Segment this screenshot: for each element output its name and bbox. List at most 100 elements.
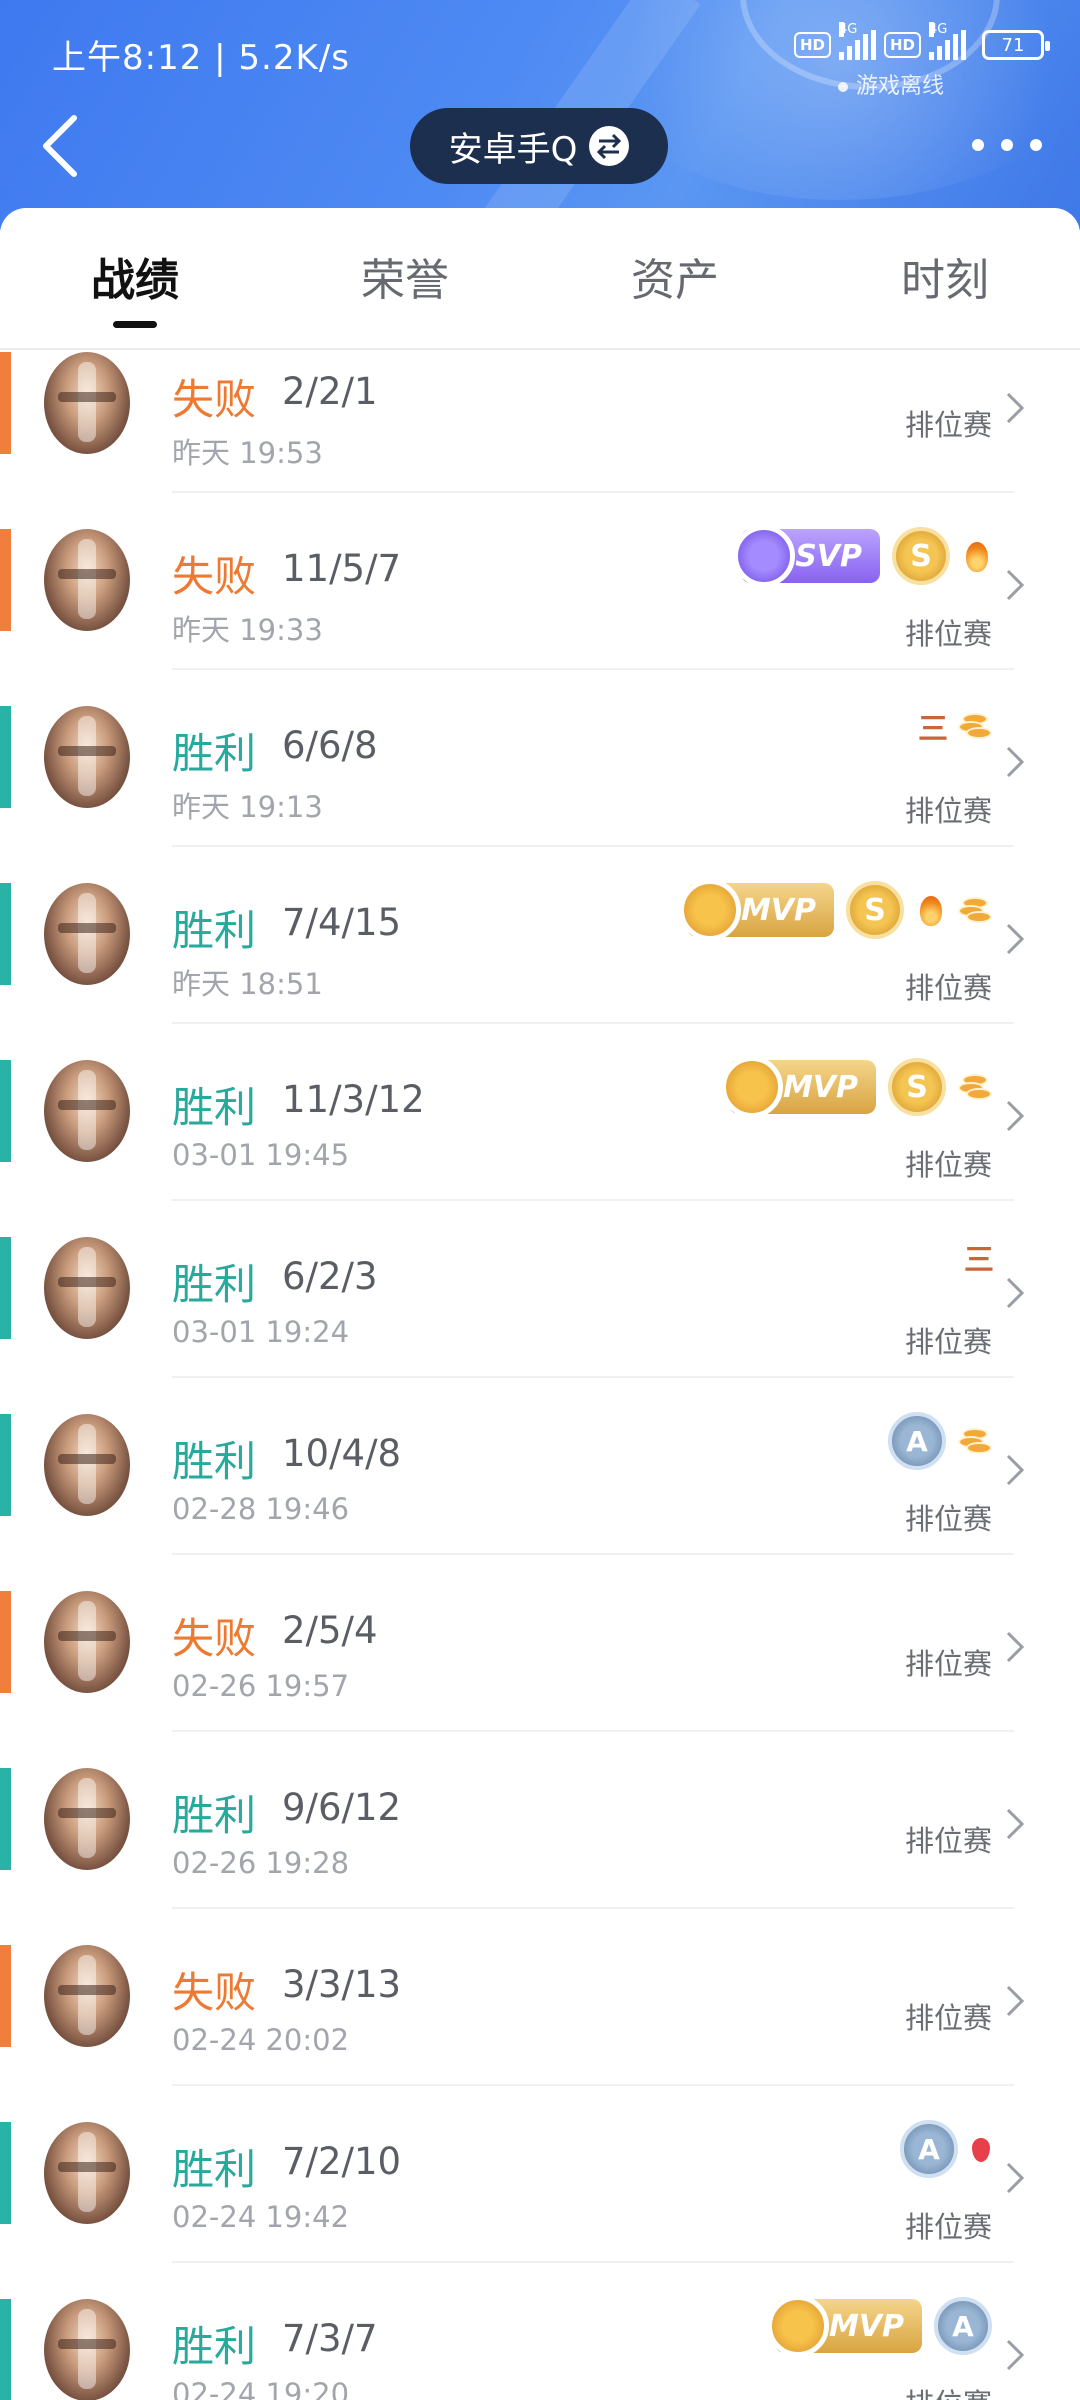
match-time: 03-01 19:45 <box>172 1138 350 1172</box>
loss-indicator <box>0 352 11 454</box>
hero-avatar <box>44 1945 130 2047</box>
match-row[interactable]: 失败 3/3/13 02-24 20:02 排位赛 <box>0 1909 1080 2086</box>
match-badges: MVP A <box>766 2295 992 2357</box>
more-dot-icon <box>1030 139 1042 151</box>
tab-bar: 战绩 荣誉 资产 时刻 <box>0 208 1080 350</box>
match-row[interactable]: 失败 11/5/7 昨天 19:33 排位赛 SVP S <box>0 493 1080 670</box>
match-badges: 三 <box>918 704 992 748</box>
tab-record[interactable]: 战绩 <box>0 208 270 348</box>
battery-icon: 71 <box>982 30 1050 60</box>
match-time: 昨天 19:53 <box>172 436 323 470</box>
match-row[interactable]: 胜利 9/6/12 02-26 19:28 排位赛 <box>0 1732 1080 1909</box>
match-kda: 9/6/12 <box>282 1786 402 1829</box>
more-dot-icon <box>1001 139 1013 151</box>
win-indicator <box>0 1414 11 1516</box>
match-row[interactable]: 失败 2/2/1 昨天 19:53 排位赛 <box>0 350 1080 493</box>
back-button[interactable] <box>36 108 96 184</box>
match-list: 失败 2/2/1 昨天 19:53 排位赛 失败 11/5/7 昨天 19:33 排位赛 SVP… <box>0 350 1080 2400</box>
chevron-right-icon <box>1006 1985 1025 2017</box>
match-mode: 排位赛 <box>904 1502 992 1536</box>
match-result: 胜利 <box>172 1791 257 1840</box>
loss-indicator <box>0 1591 11 1693</box>
match-time: 02-28 19:46 <box>172 1492 350 1526</box>
match-row[interactable]: 胜利 10/4/8 02-28 19:46 排位赛 A <box>0 1378 1080 1555</box>
match-row[interactable]: 胜利 7/4/15 昨天 18:51 排位赛 MVP S <box>0 847 1080 1024</box>
chevron-right-icon <box>1006 1277 1025 1309</box>
mvp-badge: MVP <box>678 879 834 941</box>
svp-badge: SVP <box>733 525 880 587</box>
match-result: 胜利 <box>172 2322 257 2371</box>
first-blood-icon <box>970 2134 992 2164</box>
hero-avatar <box>44 883 130 985</box>
hero-avatar <box>44 706 130 808</box>
match-kda: 6/2/3 <box>282 1255 378 1298</box>
match-result: 胜利 <box>172 729 257 778</box>
win-indicator <box>0 1768 11 1870</box>
chevron-right-icon <box>1006 1454 1025 1486</box>
hero-avatar <box>44 2122 130 2224</box>
match-result: 胜利 <box>172 2145 257 2194</box>
gold-coins-icon <box>958 711 992 741</box>
chevron-right-icon <box>1006 392 1025 424</box>
match-result: 失败 <box>172 375 257 424</box>
match-row[interactable]: 胜利 11/3/12 03-01 19:45 排位赛 MVP S <box>0 1024 1080 1201</box>
win-indicator <box>0 1060 11 1162</box>
server-label: 安卓手Q <box>448 129 578 170</box>
match-kda: 7/2/10 <box>282 2140 402 2183</box>
match-time: 02-26 19:57 <box>172 1669 350 1703</box>
match-row[interactable]: 胜利 6/2/3 03-01 19:24 排位赛 三 <box>0 1201 1080 1378</box>
hero-avatar <box>44 1768 130 1870</box>
match-badges: 三 <box>964 1235 994 1279</box>
match-result: 失败 <box>172 1968 257 2017</box>
match-kda: 7/3/7 <box>282 2317 378 2360</box>
match-mode: 排位赛 <box>904 617 992 651</box>
chevron-right-icon <box>1006 746 1025 778</box>
hero-avatar <box>44 1237 130 1339</box>
match-badges: A <box>888 1412 992 1470</box>
match-time: 02-24 19:42 <box>172 2200 350 2234</box>
mvp-label: MVP <box>740 892 816 928</box>
s-grade-icon: S <box>892 527 950 585</box>
more-options-button[interactable] <box>972 120 1042 170</box>
match-result: 胜利 <box>172 906 257 955</box>
hero-avatar <box>44 1591 130 1693</box>
match-kda: 2/5/4 <box>282 1609 378 1652</box>
chevron-right-icon <box>1006 1631 1025 1663</box>
tab-honor[interactable]: 荣誉 <box>270 208 540 348</box>
match-result: 失败 <box>172 552 257 601</box>
status-icons: HD 4G HD 4G 71 <box>793 22 1050 60</box>
match-row[interactable]: 胜利 7/3/7 02-24 19:20 排位赛 MVP A <box>0 2263 1080 2400</box>
signal-icon-2: 4G <box>929 22 966 60</box>
chevron-right-icon <box>1006 1100 1025 1132</box>
match-row[interactable]: 胜利 6/6/8 昨天 19:13 排位赛 三 <box>0 670 1080 847</box>
match-mode: 排位赛 <box>904 2001 992 2035</box>
signal-icon: 4G <box>838 22 876 60</box>
triple-kill-icon: 三 <box>964 1243 994 1278</box>
match-row[interactable]: 胜利 7/2/10 02-24 19:42 排位赛 A <box>0 2086 1080 2263</box>
server-switch-button[interactable]: 安卓手Q <box>410 108 668 184</box>
match-kda: 6/6/8 <box>282 724 378 767</box>
network-type-2: 4G <box>929 22 948 37</box>
match-mode: 排位赛 <box>904 1325 992 1359</box>
chevron-right-icon <box>1006 923 1025 955</box>
tab-assets[interactable]: 资产 <box>540 208 810 348</box>
hd-icon: HD <box>793 32 831 58</box>
tab-moments[interactable]: 时刻 <box>810 208 1080 348</box>
loss-indicator <box>0 1945 11 2047</box>
match-badges: MVP S <box>678 879 992 941</box>
win-indicator <box>0 883 11 985</box>
match-result: 胜利 <box>172 1083 257 1132</box>
match-time: 02-24 20:02 <box>172 2023 350 2057</box>
match-mode: 排位赛 <box>904 2210 992 2244</box>
medal-icon <box>733 525 796 587</box>
a-grade-icon: A <box>934 2297 992 2355</box>
win-indicator <box>0 2299 11 2400</box>
fire-icon <box>916 892 946 928</box>
medal-icon <box>766 2295 829 2357</box>
loss-indicator <box>0 529 11 631</box>
match-row[interactable]: 失败 2/5/4 02-26 19:57 排位赛 <box>0 1555 1080 1732</box>
swap-icon <box>589 126 630 166</box>
match-mode: 排位赛 <box>904 1148 992 1182</box>
match-mode: 排位赛 <box>904 1647 992 1681</box>
gold-coins-icon <box>958 895 992 925</box>
